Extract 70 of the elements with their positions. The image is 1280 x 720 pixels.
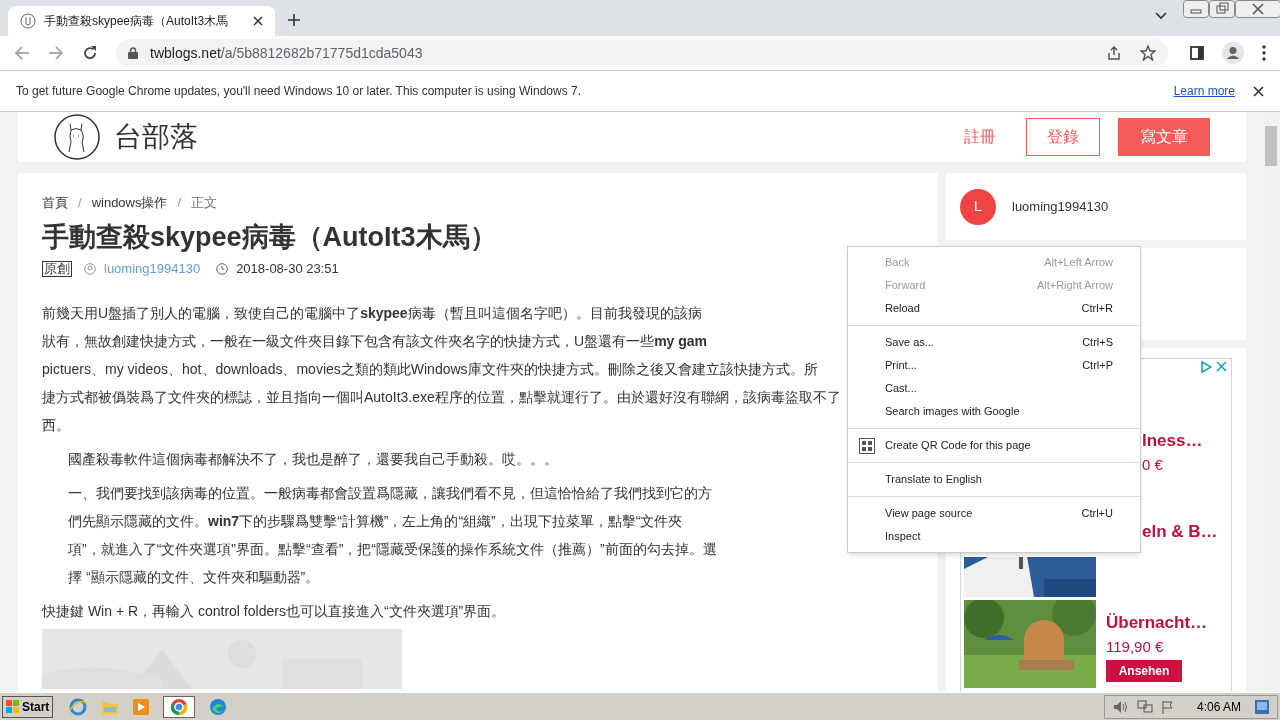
ad-title[interactable]: Übernacht… [1106,610,1208,636]
paragraph: 快捷鍵 Win + R，再輸入 control folders也可以直接進入“文件夾選項”界面。 [42,601,506,621]
paragraph: 國產殺毒軟件這個病毒都解決不了，我也是醉了，還要我自己手動殺。哎。。。 [67,449,558,469]
profile-icon[interactable] [1222,42,1244,64]
browser-tab[interactable]: 手動查殺skypee病毒（AutoIt3木馬 [8,6,275,36]
close-icon[interactable] [253,16,263,26]
menu-item[interactable]: Search images with Google [848,400,1140,423]
menu-item[interactable]: Create QR Code for this page [848,434,1140,457]
original-badge: 原創 [42,260,72,277]
adchoices-icon[interactable] [1200,361,1212,373]
site-logo-text[interactable]: 台部落 [114,116,956,158]
breadcrumb-separator: / [78,194,82,212]
breadcrumb-link[interactable]: windows操作 [91,193,168,213]
learn-more-link[interactable]: Learn more [1173,82,1235,100]
logo-icon[interactable] [54,114,100,160]
show-desktop-icon[interactable] [1255,699,1269,714]
article-title: 手動查殺skypee病毒（AutoIt3木馬） [42,220,498,254]
start-button[interactable]: Start [2,695,54,718]
post-date: 2018-08-30 23:51 [236,260,339,278]
avatar: L [960,188,996,225]
back-icon[interactable] [14,45,30,61]
restore-icon[interactable] [1209,0,1235,18]
share-icon[interactable] [1106,45,1122,61]
forward-icon[interactable] [48,45,64,61]
tab-search-icon[interactable] [1155,12,1167,20]
menu-item[interactable]: View page source Ctrl+U [848,502,1140,525]
lock-icon[interactable] [128,47,138,59]
user-icon [84,262,96,275]
network-icon[interactable] [1136,699,1153,714]
windows-logo-icon [6,699,20,714]
clock-time[interactable]: 4:06 AM [1196,697,1241,716]
menu-item[interactable]: Cast... [848,377,1140,400]
infobar-message: To get future Google Chrome updates, you'll need Windows 10 or later. This computer is using Windows 7. [16,83,583,100]
flag-icon[interactable] [1160,699,1175,714]
chrome-taskbar-button[interactable] [163,695,196,718]
register-link[interactable]: 註冊 [956,125,1004,149]
menu-item[interactable]: Translate to English [848,468,1140,491]
close-icon[interactable] [1253,85,1264,97]
ie-icon[interactable] [69,697,88,716]
ad-title[interactable]: eln & B… [1142,519,1218,545]
username[interactable]: luoming1994130 [1012,196,1109,217]
ad-price: 119,90 € [1106,636,1165,657]
reload-icon[interactable] [82,45,98,61]
clock-icon [216,262,229,275]
menu-item[interactable]: Print... Ctrl+P [848,354,1140,377]
paragraph: 前幾天用U盤插了別人的電腦，致使自己的電腦中了skypee病毒（暫且叫這個名字吧）。目前我發現的該病 狀有，無故創建快捷方式，一般在一級文件夾目錄下包含有該文件夾名字的快捷方式，U盤還有一些my gam pictuers、my videos、hot、downloads、movies之類的類此Windows庫文件夾的快捷方式。刪除之後又會建立該快捷方式。所 捷方式都被僞裝爲了文件夾的標誌，並且指向一個叫AutoIt3.exe程序的位置，點擊就運行了。由於還好沒有聯網，該病毒盜取不了 西。 [42,303,841,435]
new-tab-icon[interactable] [288,14,300,26]
favicon-icon [20,13,36,29]
star-icon[interactable] [1140,45,1156,61]
close-window-icon[interactable] [1235,0,1280,18]
ad-price: 0 € [1142,454,1164,475]
breadcrumb-link[interactable]: 正文 [191,193,218,213]
minimize-icon[interactable] [1183,0,1209,18]
menu-icon[interactable] [1262,45,1266,61]
qr-code-icon [858,437,875,454]
menu-item[interactable]: Reload Ctrl+R [848,297,1140,320]
ad-title[interactable]: lness… [1142,428,1203,454]
edge-icon[interactable] [209,697,228,716]
breadcrumb-separator: / [177,194,182,212]
url-text: twblogs.net/a/5b8812682b71775d1cda5043 [150,43,424,63]
volume-icon[interactable] [1112,699,1129,714]
address-bar[interactable]: twblogs.net/a/5b8812682b71775d1cda5043 [116,39,1168,67]
menu-item[interactable]: Save as... Ctrl+S [848,331,1140,354]
tab-title: 手動查殺skypee病毒（AutoIt3木馬 [44,13,230,30]
side-panel-icon[interactable] [1190,46,1204,60]
paragraph: 一、我們要找到該病毒的位置。一般病毒都會設置爲隱藏，讓我們看不見，但這恰恰給了我們找到它的方 們先顯示隱藏的文件。win7下的步驟爲雙擊“計算機”，左上角的“組織”，出現下拉菜單，點擊“文件夾 項”，就進入了“文件夾選項”界面。點擊“查看”，把“隱藏受保護的操作系統文件（推薦）”前面的勾去掉。選 擇 “顯示隱藏的文件、文件夾和驅動器”。 [67,483,717,587]
media-player-icon[interactable] [133,698,150,715]
menu-item[interactable]: Inspect [848,525,1140,548]
breadcrumb-link[interactable]: 首頁 [42,193,68,213]
view-button[interactable]: Ansehen [1106,660,1182,682]
